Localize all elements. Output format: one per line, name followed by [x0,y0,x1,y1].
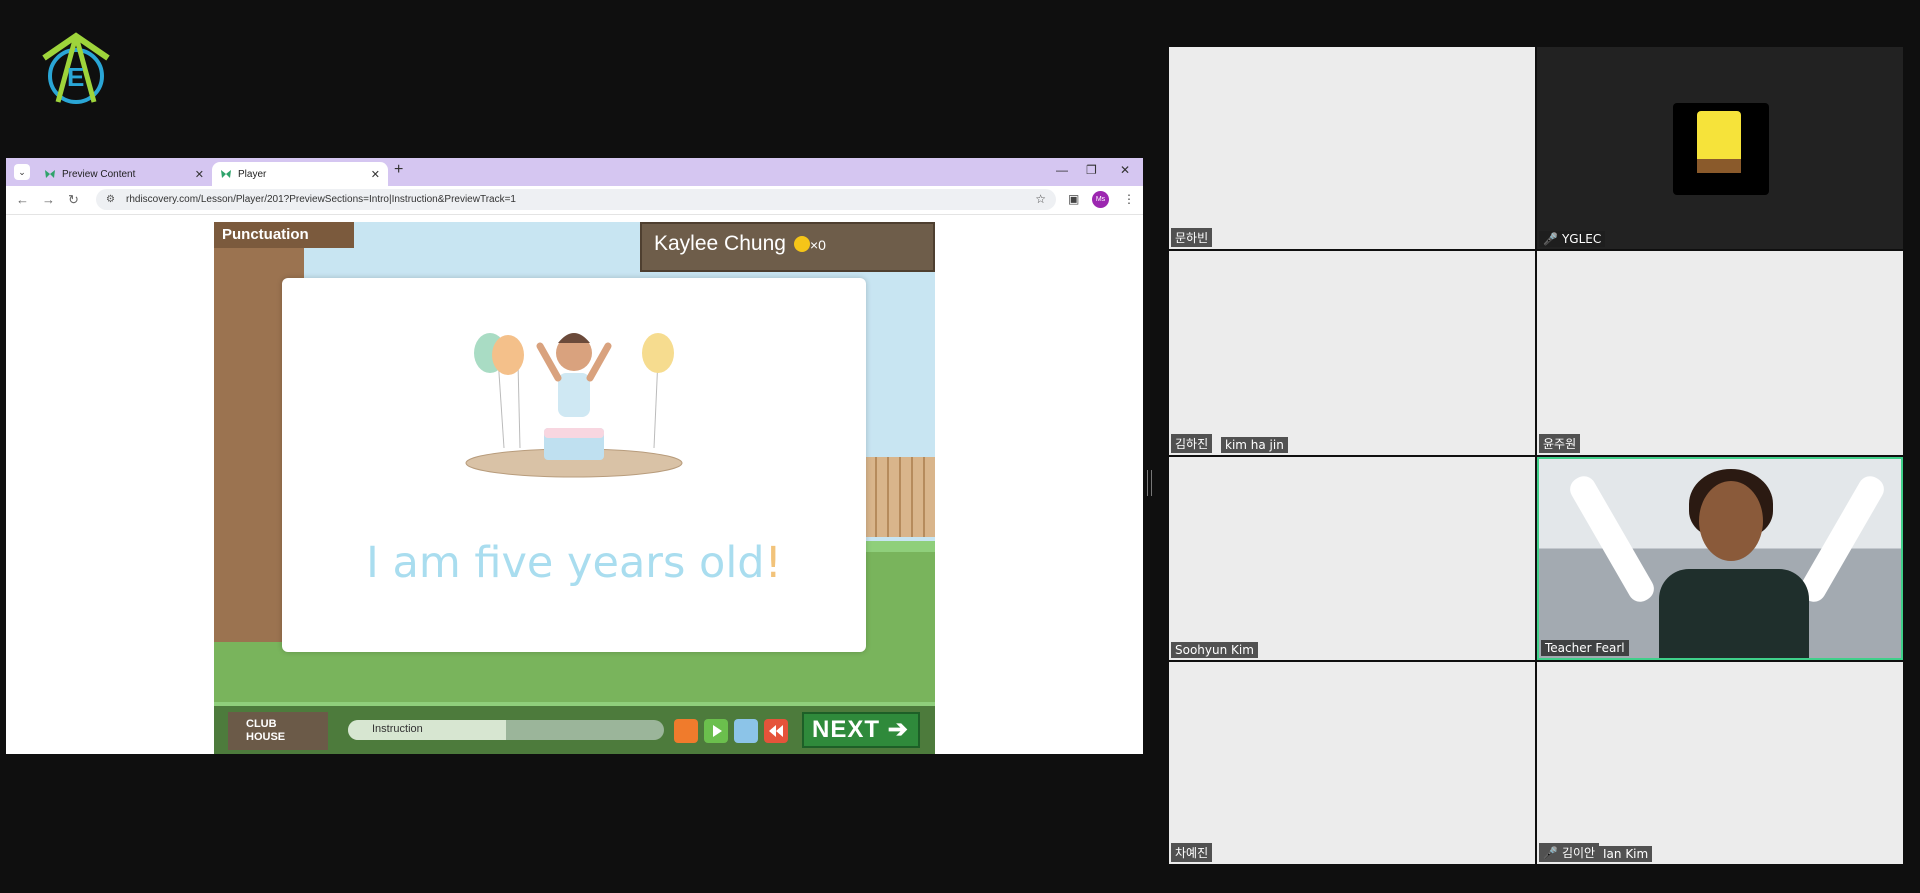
next-label: NEXT [812,716,881,743]
progress-label: Instruction [372,723,423,735]
coin-count: ×0 [809,237,826,253]
spongebob-avatar [1673,103,1769,195]
participant-name: 윤주원 [1539,434,1581,453]
participant-name: 차예진 [1171,843,1213,862]
video-tile[interactable]: Soohyun Kim [1169,457,1535,660]
rewind-icon[interactable] [764,719,788,743]
butterfly-icon [220,169,232,179]
restore-icon[interactable]: ❐ [1086,163,1097,177]
section-title: Punctuation [214,222,354,248]
video-tile-active-speaker[interactable]: Teacher Fearl [1537,457,1903,660]
student-nameplate: Kaylee Chung ×0 [640,222,935,272]
next-button[interactable]: NEXT ➔ [802,712,920,748]
video-tile[interactable]: 윤주원 [1537,251,1903,455]
participant-name: YGLEC [1561,232,1602,246]
site-info-icon[interactable]: ⚙ [106,189,115,210]
browser-window: ⌄ Preview Content ✕ Player ✕ + — ❐ ✕ ← →… [6,158,1143,754]
participant-name: 김이안 [1561,846,1596,860]
video-tile[interactable]: 🎤 김이안 Ian Kim [1537,662,1903,864]
tab-player[interactable]: Player ✕ [212,162,388,186]
sentence-text: I am five years old [366,538,765,588]
tab-label: Player [238,168,267,180]
tab-preview-content[interactable]: Preview Content ✕ [36,162,212,186]
lesson-sentence: I am five years old! [282,538,866,588]
participant-name-secondary: kim ha jin [1221,437,1288,453]
participant-name: 문하빈 [1171,228,1213,247]
replay-icon[interactable] [674,719,698,743]
teacher-face [1699,481,1763,561]
teacher-body [1659,569,1809,658]
reload-icon[interactable]: ↻ [68,192,79,208]
sentence-punctuation[interactable]: ! [765,538,782,588]
clubhouse-button[interactable]: CLUB HOUSE [228,712,328,750]
participant-label: 🎤 YGLEC [1539,231,1606,247]
butterfly-icon [44,169,56,179]
address-bar[interactable]: ⚙ rhdiscovery.com/Lesson/Player/201?Prev… [96,189,1056,210]
back-icon[interactable]: ← [16,192,29,207]
lesson-player: Punctuation Kaylee Chung ×0 I am five yea… [214,222,935,754]
coin-icon [793,236,810,253]
close-icon[interactable]: ✕ [371,168,380,181]
lesson-card: I am five years old! [282,278,866,652]
svg-text:E: E [67,62,84,92]
clubhouse-line1: CLUB [246,718,277,730]
video-tile[interactable]: 문하빈 [1169,47,1535,249]
play-icon[interactable] [704,719,728,743]
lesson-progress: Instruction [348,720,664,740]
menu-icon[interactable]: ⋮ [1123,192,1135,206]
plus-icon[interactable]: + [394,161,403,179]
extension-icon[interactable]: ▣ [1068,192,1079,206]
video-tile[interactable]: 차예진 [1169,662,1535,864]
profile-avatar[interactable]: Ms [1092,191,1109,208]
url-text: rhdiscovery.com/Lesson/Player/201?Previe… [126,194,516,205]
player-controls: CLUB HOUSE Instruction NEXT ➔ [214,706,935,754]
tab-label: Preview Content [62,168,136,180]
browser-toolbar: ← → ↻ ⚙ rhdiscovery.com/Lesson/Player/20… [6,186,1143,215]
tab-search-icon[interactable]: ⌄ [14,164,30,180]
student-name: Kaylee Chung [654,232,786,255]
participant-name: Soohyun Kim [1171,642,1258,658]
video-tile[interactable]: 김하진 kim ha jin [1169,251,1535,455]
close-window-icon[interactable]: ✕ [1120,163,1130,177]
close-icon[interactable]: ✕ [195,168,204,181]
participant-label: 🎤 김이안 [1539,843,1600,862]
birthday-illustration [465,333,683,478]
minimize-icon[interactable]: — [1056,163,1068,177]
participant-name: Teacher Fearl [1541,640,1629,656]
tab-strip: ⌄ Preview Content ✕ Player ✕ + — ❐ ✕ [6,158,1143,186]
forward-icon[interactable]: → [42,192,55,207]
participant-name: 김하진 [1171,434,1213,453]
video-tile[interactable]: 🎤 YGLEC [1537,47,1903,249]
participant-name-secondary: Ian Kim [1599,846,1653,862]
logo-icon: E [36,32,116,106]
clubhouse-line2: HOUSE [246,731,286,743]
mic-muted-icon: 🎤 [1543,846,1558,860]
star-icon[interactable]: ☆ [1035,189,1046,210]
fence-illustration [865,457,935,537]
stop-icon[interactable] [734,719,758,743]
panel-resize-handle[interactable] [1147,470,1152,496]
arrow-right-icon: ➔ [887,716,909,743]
mic-muted-icon: 🎤 [1543,232,1558,246]
